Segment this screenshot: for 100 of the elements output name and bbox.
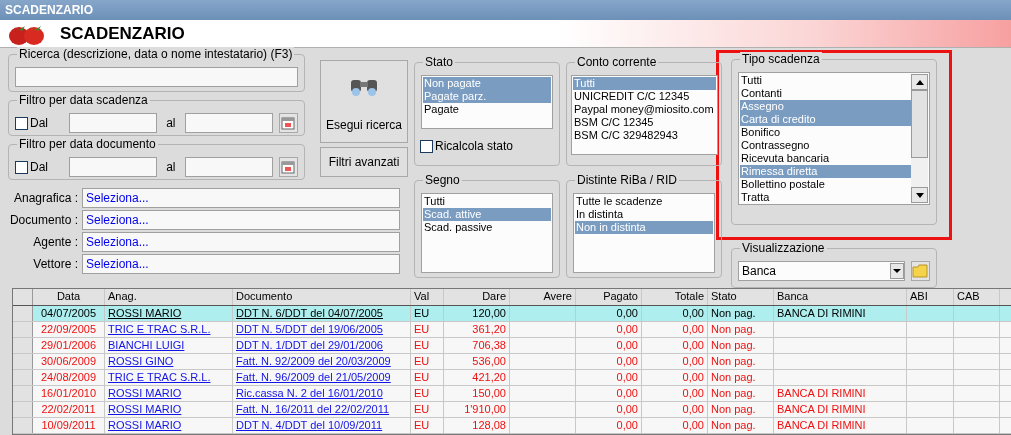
table-cell: 04/07/2005 <box>40 307 97 319</box>
table-link[interactable]: ROSSI GINO <box>108 355 174 367</box>
checkbox[interactable] <box>420 139 433 153</box>
column-header[interactable]: ABI <box>907 289 954 305</box>
window-title: SCADENZARIO <box>0 0 1011 20</box>
list-box[interactable]: Non pagate Pagate parz. Pagate <box>421 75 553 129</box>
list-item[interactable]: Tratta <box>740 191 911 204</box>
lookup-field[interactable]: Seleziona... <box>82 232 400 252</box>
table-link[interactable]: ROSSI MARIO <box>108 387 182 399</box>
list-item[interactable]: BSM C/C 12345 <box>573 116 716 129</box>
table-cell: EU <box>414 323 430 335</box>
table-row[interactable]: 22/02/2011 ROSSI MARIO Fatt. N. 16/2011 del 22/02/2011 EU 1'910,00 0,00 0,00 Non pag. BANCA DI RIMINI <box>13 402 1011 418</box>
table-cell: EU <box>414 339 430 351</box>
checkbox[interactable] <box>15 116 28 130</box>
table-row[interactable]: 30/06/2009 ROSSI GINO Fatt. N. 92/2009 del 20/03/2009 EU 536,00 0,00 0,00 Non pag. <box>13 354 1011 370</box>
table-link[interactable]: Ric.cassa N. 2 del 16/01/2010 <box>236 387 383 399</box>
list-item[interactable]: Contanti <box>740 87 911 100</box>
table-cell: Non pag. <box>711 323 756 335</box>
table-link[interactable]: TRIC E TRAC S.R.L. <box>108 323 211 335</box>
group-label: Ricerca (descrizione, data o nome intestatario) (F3) <box>17 47 295 61</box>
lookup-field[interactable]: Seleziona... <box>82 254 400 274</box>
column-header[interactable]: Pagato <box>576 289 642 305</box>
table-row[interactable]: 29/01/2006 BIANCHI LUIGI DDT N. 1/DDT del 29/01/2006 EU 706,38 0,00 0,00 Non pag. <box>13 338 1011 354</box>
column-header[interactable]: Dare <box>444 289 510 305</box>
column-header[interactable]: Avere <box>510 289 576 305</box>
table-link[interactable]: Fatt. N. 96/2009 del 21/05/2009 <box>236 371 391 383</box>
group-label: Filtro per data scadenza <box>17 93 150 107</box>
search-field[interactable] <box>15 67 298 87</box>
table-cell: 128,08 <box>472 419 506 431</box>
table-link[interactable]: ROSSI MARIO <box>108 419 182 431</box>
list-item[interactable]: Tutti <box>423 195 551 208</box>
field-label: al <box>165 160 177 174</box>
list-box[interactable]: Tutti Contanti Assegno Carta di credito Bonifico Contrassegno Ricevuta bancaria Rimessa diretta Bollettino postale Tratta <box>738 72 930 205</box>
field-label: Documento : <box>8 213 78 227</box>
list-item[interactable]: In distinta <box>575 208 713 221</box>
column-header[interactable]: Val <box>411 289 444 305</box>
table-cell: EU <box>414 403 430 415</box>
folder-icon <box>912 264 929 278</box>
table-row[interactable]: 04/07/2005 ROSSI MARIO DDT N. 6/DDT del 04/07/2005 EU 120,00 0,00 0,00 Non pag. BANCA DI RIMINI <box>13 306 1011 322</box>
date-field[interactable] <box>184 157 273 177</box>
list-item[interactable]: Pagate <box>423 103 551 116</box>
lookup-field[interactable]: Seleziona... <box>82 210 400 230</box>
date-field[interactable] <box>68 113 158 133</box>
view-dropdown[interactable]: Banca <box>738 261 905 281</box>
calendar-icon <box>281 160 296 174</box>
calendar-button[interactable] <box>278 113 298 133</box>
table-row[interactable]: 10/09/2011 ROSSI MARIO DDT N. 4/DDT del 10/09/2011 EU 128,08 0,00 0,00 Non pag. BANCA DI RIMINI <box>13 418 1011 434</box>
table-link[interactable]: DDT N. 1/DDT del 29/01/2006 <box>236 339 383 351</box>
column-header[interactable]: Totale <box>642 289 708 305</box>
table-row[interactable]: 24/08/2009 TRIC E TRAC S.R.L. Fatt. N. 96/2009 del 21/05/2009 EU 421,20 0,00 0,00 Non pag. <box>13 370 1011 386</box>
table-cell: 0,00 <box>682 339 704 351</box>
table-cell: 0,00 <box>682 371 704 383</box>
column-header[interactable]: Data <box>33 289 105 305</box>
lookup-field[interactable]: Seleziona... <box>82 188 400 208</box>
table-cell: Non pag. <box>711 403 756 415</box>
column-header[interactable]: Anag. <box>105 289 233 305</box>
search-button[interactable]: Esegui ricerca <box>320 60 408 143</box>
column-header[interactable]: Documento <box>233 289 411 305</box>
list-item[interactable]: Ricevuta bancaria <box>740 152 911 165</box>
dropdown-icon <box>889 263 904 279</box>
list-box[interactable]: Tutte le scadenze In distinta Non in distinta <box>573 193 715 273</box>
date-field[interactable] <box>184 113 273 133</box>
group-label: Conto corrente <box>575 55 659 69</box>
table-row[interactable]: 22/09/2005 TRIC E TRAC S.R.L. DDT N. 5/DDT del 19/06/2005 EU 361,20 0,00 0,00 Non pag. <box>13 322 1011 338</box>
folder-button[interactable] <box>910 261 930 281</box>
table-cell: 22/09/2005 <box>40 323 97 335</box>
scroll-bar[interactable] <box>911 74 928 203</box>
column-header[interactable]: Banca <box>774 289 907 305</box>
calendar-button[interactable] <box>278 157 298 177</box>
table-link[interactable]: DDT N. 6/DDT del 04/07/2005 <box>236 307 383 319</box>
column-header[interactable]: Stato <box>708 289 774 305</box>
table-link[interactable]: Fatt. N. 92/2009 del 20/03/2009 <box>236 355 391 367</box>
list-item[interactable]: Paypal money@miosito.com <box>573 103 716 116</box>
table-cell: 1'910,00 <box>464 403 506 415</box>
table-cell: 30/06/2009 <box>40 355 97 367</box>
list-item[interactable]: Tutti <box>740 74 911 87</box>
table-row[interactable]: 16/01/2010 ROSSI MARIO Ric.cassa N. 2 del 16/01/2010 EU 150,00 0,00 0,00 Non pag. BANCA DI RIMINI <box>13 386 1011 402</box>
table-link[interactable]: ROSSI MARIO <box>108 307 182 319</box>
table-link[interactable]: BIANCHI LUIGI <box>108 339 185 351</box>
table-link[interactable]: DDT N. 5/DDT del 19/06/2005 <box>236 323 383 335</box>
list-item[interactable]: Bonifico <box>740 126 911 139</box>
list-item[interactable]: BSM C/C 329482943 <box>573 129 716 142</box>
table-link[interactable]: Fatt. N. 16/2011 del 22/02/2011 <box>236 403 390 415</box>
filters-button[interactable]: Filtri avanzati <box>320 147 408 177</box>
list-item[interactable]: Bollettino postale <box>740 178 911 191</box>
column-header[interactable]: CAB <box>954 289 1000 305</box>
checkbox[interactable] <box>15 160 28 174</box>
list-item[interactable]: Tutte le scadenze <box>575 195 713 208</box>
list-box[interactable]: Tutti UNICREDIT C/C 12345 Paypal money@miosito.com BSM C/C 12345 BSM C/C 329482943 <box>571 75 718 155</box>
date-field[interactable] <box>68 157 158 177</box>
list-item[interactable]: UNICREDIT C/C 12345 <box>573 90 716 103</box>
table-link[interactable]: TRIC E TRAC S.R.L. <box>108 371 211 383</box>
list-item[interactable]: Scad. passive <box>423 221 551 234</box>
table-cell: 0,00 <box>682 387 704 399</box>
list-item[interactable]: Contrassegno <box>740 139 911 152</box>
list-box[interactable]: Tutti Scad. attive Scad. passive <box>421 193 553 273</box>
page-title: SCADENZARIO <box>60 23 185 44</box>
table-cell: Non pag. <box>711 355 756 367</box>
table-link[interactable]: ROSSI MARIO <box>108 403 182 415</box>
table-link[interactable]: DDT N. 4/DDT del 10/09/2011 <box>236 419 383 431</box>
